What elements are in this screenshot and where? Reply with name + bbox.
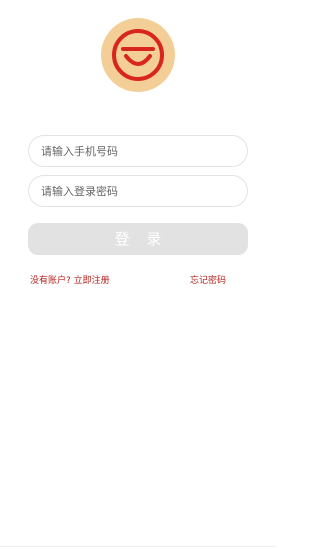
smile-logo-icon xyxy=(112,29,164,81)
password-input[interactable] xyxy=(41,184,235,198)
bottom-divider xyxy=(0,546,276,547)
password-field-wrapper[interactable] xyxy=(28,175,248,207)
app-logo xyxy=(101,18,175,92)
register-link[interactable]: 没有账户? 立即注册 xyxy=(30,273,110,286)
forgot-password-link[interactable]: 忘记密码 xyxy=(190,273,226,286)
login-button[interactable]: 登 录 xyxy=(28,223,248,255)
phone-input[interactable] xyxy=(41,144,235,158)
phone-field-wrapper[interactable] xyxy=(28,135,248,167)
